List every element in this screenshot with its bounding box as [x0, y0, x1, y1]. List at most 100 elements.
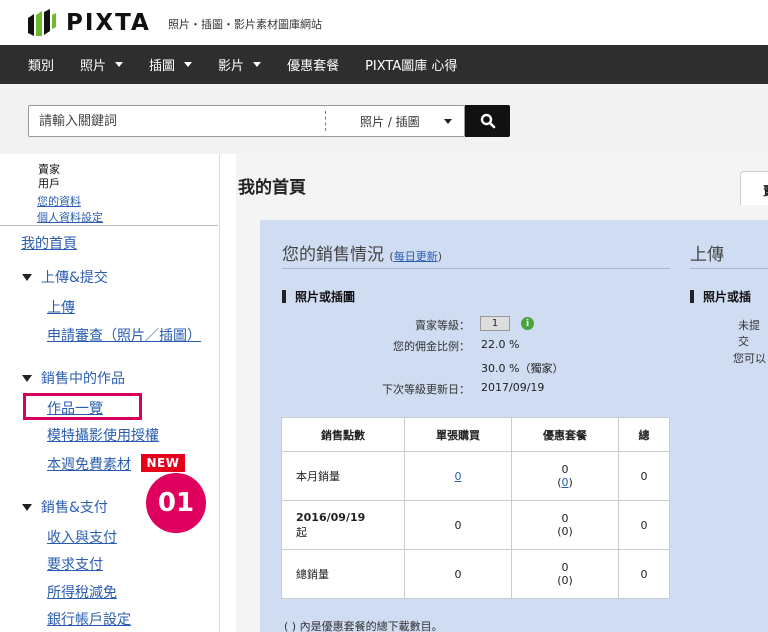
sidebar-section-upload[interactable]: 上傳&提交 — [22, 267, 108, 287]
section-title-right: 照片或插 — [690, 288, 751, 305]
table-header: 銷售點數 — [281, 417, 405, 452]
cell-single: 0 — [404, 500, 512, 550]
sales-title: 您的銷售情況 (每日更新) — [282, 240, 442, 265]
table-header: 優惠套餐 — [511, 417, 619, 452]
section-label: 銷售&支付 — [41, 500, 108, 516]
section-label: 銷售中的作品 — [41, 371, 125, 387]
table-header-row: 銷售點數 單張購買 優惠套餐 總 — [281, 417, 670, 452]
nav-photo[interactable]: 照片 — [80, 55, 124, 74]
commission-exclusive: 30.0 %（獨家） — [481, 362, 564, 375]
sidebar-item-bank[interactable]: 銀行帳戶設定 — [47, 609, 131, 629]
package-paren: (0) — [557, 574, 573, 587]
footnote: ( ) 內是優惠套餐的總下載數目。 — [284, 620, 443, 632]
package-count-link[interactable]: 0 — [562, 476, 569, 489]
commission-label: 您的佣金比例： — [393, 340, 470, 353]
section-bar — [282, 290, 286, 303]
table-row: 本月銷量 0 0 (0) 0 — [281, 451, 670, 501]
section-label: 上傳&提交 — [41, 270, 108, 286]
page-title: 我的首頁 — [238, 178, 306, 198]
sidebar: 賣家 用戶 您的資料 個人資料設定 我的首頁 上傳&提交 上傳 申請審查（照片／… — [0, 154, 220, 632]
section-title-text: 照片或插 — [703, 290, 752, 304]
main-nav: 類別 照片 插圖 影片 優惠套餐 PIXTA圖庫 心得 — [0, 45, 768, 84]
pixta-logo[interactable]: PIXTA — [26, 9, 151, 36]
daily-update-note: (每日更新) — [389, 250, 442, 263]
sidebar-divider — [0, 225, 218, 226]
pixta-logo-icon — [28, 9, 56, 36]
package-count: 0 — [561, 463, 569, 476]
single-count-link[interactable]: 0 — [455, 470, 462, 483]
row-label: 總銷量 — [281, 549, 405, 599]
next-update-label: 下次等級更新日： — [382, 383, 470, 396]
package-paren: (0) — [557, 525, 573, 538]
sidebar-item-free-weekly[interactable]: 本週免費素材 — [47, 454, 131, 474]
step-badge: 01 — [146, 473, 206, 533]
sidebar-item-model-release[interactable]: 模特攝影使用授權 — [47, 425, 159, 445]
cell-single: 0 — [404, 451, 512, 501]
right-text: 您可以 — [733, 352, 766, 365]
seller-level-value: 1 — [480, 316, 510, 331]
sidebar-section-sales[interactable]: 銷售&支付 — [22, 497, 108, 517]
nav-category[interactable]: 類別 — [28, 55, 54, 74]
caret-down-icon — [253, 62, 262, 67]
nav-video[interactable]: 影片 — [218, 55, 262, 74]
package-count: 0 — [561, 561, 569, 574]
package-paren: (0) — [557, 476, 573, 489]
search-type-select[interactable]: 照片 / 插圖 — [360, 113, 420, 130]
new-badge: NEW — [141, 454, 185, 472]
commission-value: 22.0 % — [481, 338, 520, 351]
sidebar-item-tax[interactable]: 所得稅減免 — [47, 582, 117, 602]
site-header: PIXTA 照片・插圖・影片素材圖庫網站 — [0, 0, 768, 45]
upload-title: 上傳 — [690, 245, 724, 265]
search-button[interactable] — [465, 105, 510, 137]
row-label: 2016/09/19 起 — [281, 500, 405, 550]
nav-packages[interactable]: 優惠套餐 — [287, 55, 339, 74]
tab-seller[interactable]: 賣 — [740, 171, 768, 205]
row-label-text: 2016/09/19 — [296, 510, 366, 524]
nav-label: PIXTA圖庫 心得 — [365, 59, 458, 74]
sidebar-item-upload[interactable]: 上傳 — [47, 297, 75, 317]
table-row: 2016/09/19 起 0 0 (0) 0 — [281, 500, 670, 550]
sidebar-item-income[interactable]: 收入與支付 — [47, 527, 117, 547]
triangle-down-icon — [22, 503, 32, 511]
search-input[interactable] — [29, 107, 325, 135]
profile-link[interactable]: 您的資料 — [37, 193, 81, 209]
cell-package: 0 (0) — [511, 549, 619, 599]
table-header: 總 — [618, 417, 670, 452]
info-icon[interactable]: i — [521, 317, 534, 330]
cell-package: 0 (0) — [511, 500, 619, 550]
next-update-value: 2017/09/19 — [481, 381, 545, 394]
package-count: 0 — [561, 512, 569, 525]
cell-total: 0 — [618, 549, 670, 599]
caret-down-icon — [184, 62, 193, 67]
profile-settings-link[interactable]: 個人資料設定 — [37, 209, 103, 225]
section-bar — [690, 290, 694, 303]
sales-table: 銷售點數 單張購買 優惠套餐 總 本月銷量 0 0 (0) 0 2016/09/… — [281, 417, 670, 599]
chevron-down-icon[interactable] — [443, 118, 452, 124]
sidebar-section-works[interactable]: 銷售中的作品 — [22, 368, 125, 388]
user-type-line: 賣家 — [38, 163, 60, 176]
section-title-text: 照片或插圖 — [295, 290, 356, 304]
table-header: 單張購買 — [404, 417, 512, 452]
table-row: 總銷量 0 0 (0) 0 — [281, 549, 670, 599]
nav-reviews[interactable]: PIXTA圖庫 心得 — [365, 55, 457, 74]
panel-divider — [690, 268, 768, 269]
section-title: 照片或插圖 — [282, 288, 355, 305]
cell-single: 0 — [404, 549, 512, 599]
main-content: 我的首頁 賣 您的銷售情況 (每日更新) 上傳 照片或插圖 照片或插 賣家等級：… — [236, 154, 768, 632]
daily-update-link[interactable]: 每日更新 — [394, 250, 438, 263]
search-divider — [325, 111, 326, 131]
nav-illustration[interactable]: 插圖 — [149, 55, 193, 74]
nav-label: 插圖 — [149, 59, 176, 74]
triangle-down-icon — [22, 374, 32, 382]
sidebar-item-home[interactable]: 我的首頁 — [21, 233, 77, 253]
tab-label: 賣 — [763, 182, 768, 199]
sidebar-item-review[interactable]: 申請審查（照片／插圖） — [47, 325, 201, 345]
row-label-text: 本月銷量 — [296, 470, 340, 483]
sidebar-item-request-payment[interactable]: 要求支付 — [47, 554, 103, 574]
tagline: 照片・插圖・影片素材圖庫網站 — [168, 18, 322, 31]
panel-divider — [282, 268, 670, 269]
triangle-down-icon — [22, 273, 32, 281]
sales-title-text: 您的銷售情況 — [282, 245, 384, 265]
cell-total: 0 — [618, 451, 670, 501]
highlight-box — [23, 393, 142, 420]
